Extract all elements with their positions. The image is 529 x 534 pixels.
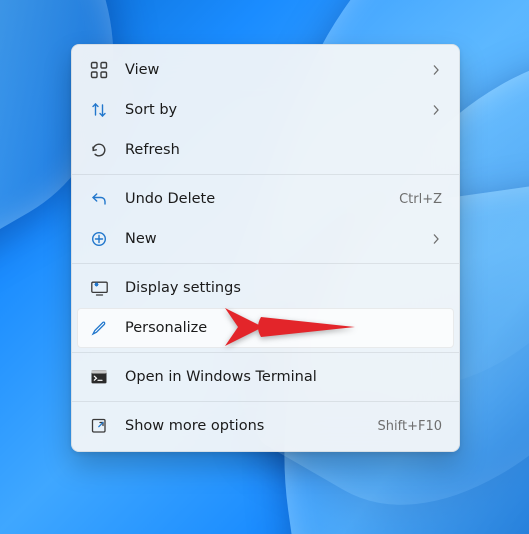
chevron-right-icon [430, 64, 442, 76]
menu-separator [72, 401, 459, 402]
terminal-icon [89, 367, 109, 387]
menu-item-label: Display settings [125, 280, 442, 296]
menu-item-accel: Ctrl+Z [399, 192, 442, 207]
new-icon [89, 229, 109, 249]
personalize-icon [89, 318, 109, 338]
menu-separator [72, 352, 459, 353]
menu-separator [72, 263, 459, 264]
menu-item-label: View [125, 62, 430, 78]
menu-item-accel: Shift+F10 [378, 419, 442, 434]
menu-item-label: Show more options [125, 418, 378, 434]
menu-item-view[interactable]: View [77, 50, 454, 90]
menu-item-sort-by[interactable]: Sort by [77, 90, 454, 130]
menu-item-label: Sort by [125, 102, 430, 118]
chevron-right-icon [430, 233, 442, 245]
menu-item-open-terminal[interactable]: Open in Windows Terminal [77, 357, 454, 397]
menu-item-label: New [125, 231, 430, 247]
menu-item-label: Undo Delete [125, 191, 399, 207]
menu-item-undo-delete[interactable]: Undo Delete Ctrl+Z [77, 179, 454, 219]
undo-icon [89, 189, 109, 209]
menu-item-new[interactable]: New [77, 219, 454, 259]
menu-item-label: Open in Windows Terminal [125, 369, 442, 385]
menu-item-refresh[interactable]: Refresh [77, 130, 454, 170]
menu-item-display-settings[interactable]: Display settings [77, 268, 454, 308]
display-settings-icon [89, 278, 109, 298]
desktop-context-menu: View Sort by Refresh [71, 44, 460, 452]
annotation-arrow [225, 308, 355, 346]
menu-separator [72, 174, 459, 175]
refresh-icon [89, 140, 109, 160]
chevron-right-icon [430, 104, 442, 116]
view-icon [89, 60, 109, 80]
menu-item-label: Refresh [125, 142, 442, 158]
show-more-icon [89, 416, 109, 436]
sort-icon [89, 100, 109, 120]
menu-item-show-more-options[interactable]: Show more options Shift+F10 [77, 406, 454, 446]
